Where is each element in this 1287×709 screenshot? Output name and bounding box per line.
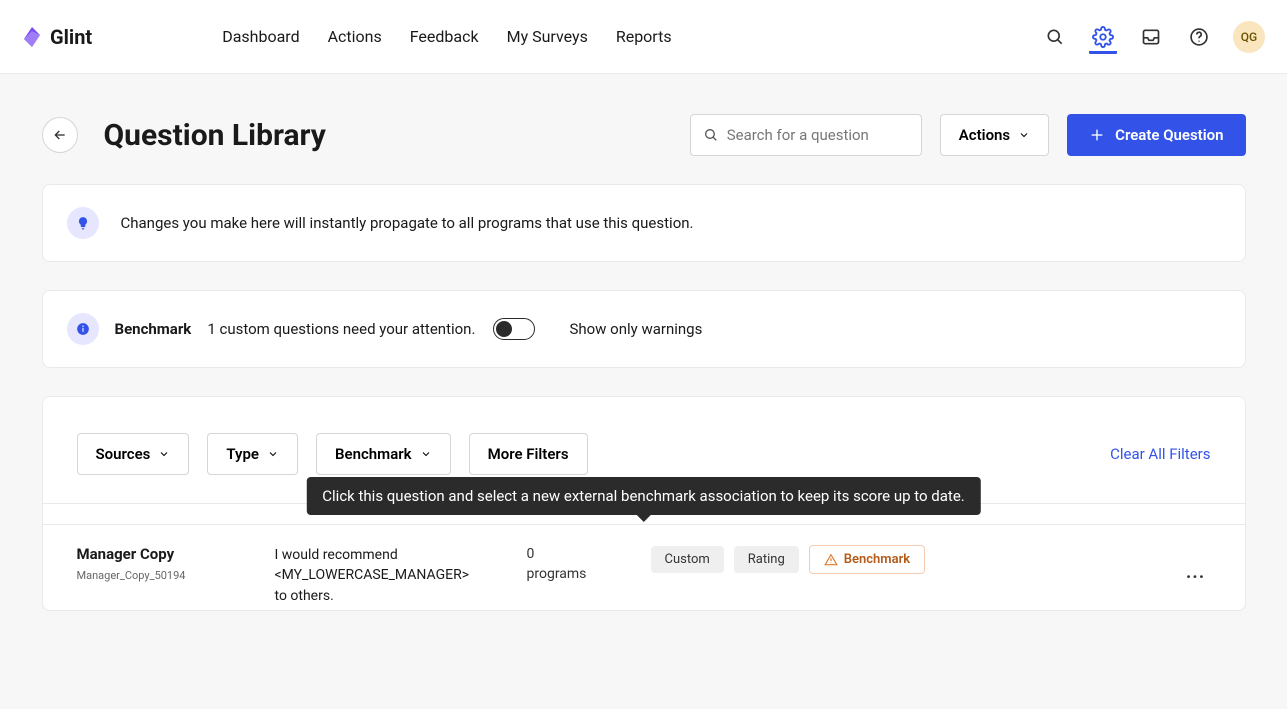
page-header: Question Library Actions Create Question (42, 74, 1246, 184)
settings-icon[interactable] (1089, 26, 1117, 54)
create-question-button[interactable]: Create Question (1067, 114, 1245, 156)
chevron-down-icon (1018, 129, 1030, 141)
question-search[interactable] (690, 114, 922, 156)
programs-label: programs (527, 566, 587, 582)
actions-button[interactable]: Actions (940, 114, 1049, 156)
benchmark-message: 1 custom questions need your attention. (207, 320, 475, 338)
tag-benchmark-warning: Benchmark (809, 545, 925, 574)
page-title: Question Library (104, 118, 326, 153)
glint-logo-icon (20, 25, 44, 49)
topbar-right: QG (1041, 21, 1265, 53)
filter-type[interactable]: Type (207, 433, 298, 475)
filter-sources[interactable]: Sources (77, 433, 190, 475)
filter-row: Sources Type Benchmark More Filters Clea… (77, 433, 1211, 475)
question-name: Manager Copy (77, 545, 247, 563)
filter-more[interactable]: More Filters (469, 433, 588, 475)
tag-benchmark-label: Benchmark (844, 552, 910, 567)
tag-custom: Custom (651, 546, 724, 573)
top-nav: Dashboard Actions Feedback My Surveys Re… (222, 27, 671, 46)
tag-rating: Rating (734, 546, 799, 573)
actions-button-label: Actions (959, 126, 1010, 144)
warning-triangle-icon (824, 553, 838, 567)
filter-benchmark[interactable]: Benchmark (316, 433, 451, 475)
chevron-down-icon (420, 448, 432, 460)
topbar: Glint Dashboard Actions Feedback My Surv… (0, 0, 1287, 74)
benchmark-tooltip: Click this question and select a new ext… (306, 477, 980, 515)
search-icon (703, 126, 719, 144)
filter-more-label: More Filters (488, 445, 569, 463)
question-programs: 0 programs (527, 545, 617, 584)
filter-sources-label: Sources (96, 445, 151, 463)
question-list-card: Sources Type Benchmark More Filters Clea… (42, 396, 1246, 611)
nav-feedback[interactable]: Feedback (410, 27, 479, 46)
nav-my-surveys[interactable]: My Surveys (507, 27, 588, 46)
filter-type-label: Type (226, 445, 259, 463)
chevron-down-icon (158, 448, 170, 460)
info-notice-text: Changes you make here will instantly pro… (121, 214, 694, 232)
row-overflow-menu[interactable]: ··· (1181, 567, 1211, 588)
filter-benchmark-label: Benchmark (335, 445, 412, 463)
nav-actions[interactable]: Actions (328, 27, 382, 46)
search-icon[interactable] (1041, 23, 1069, 51)
inbox-icon[interactable] (1137, 23, 1165, 51)
back-button[interactable] (42, 117, 78, 153)
nav-reports[interactable]: Reports (616, 27, 672, 46)
nav-dashboard[interactable]: Dashboard (222, 27, 299, 46)
question-text: I would recommend <MY_LOWERCASE_MANAGER>… (275, 545, 485, 606)
app-logo: Glint (10, 25, 102, 49)
benchmark-notice-card: Benchmark 1 custom questions need your a… (42, 290, 1246, 368)
benchmark-label: Benchmark (115, 320, 192, 338)
question-row[interactable]: Click this question and select a new ext… (43, 524, 1245, 610)
clear-all-filters[interactable]: Clear All Filters (1110, 445, 1210, 463)
plus-icon (1089, 127, 1105, 143)
chevron-down-icon (267, 448, 279, 460)
show-only-warnings-label: Show only warnings (569, 320, 702, 338)
show-warnings-toggle[interactable] (493, 318, 535, 340)
question-id: Manager_Copy_50194 (77, 569, 247, 582)
app-name: Glint (50, 25, 92, 49)
programs-count: 0 (527, 546, 535, 562)
question-search-input[interactable] (727, 126, 909, 144)
info-notice-card: Changes you make here will instantly pro… (42, 184, 1246, 262)
avatar[interactable]: QG (1233, 21, 1265, 53)
create-button-label: Create Question (1115, 126, 1223, 144)
help-icon[interactable] (1185, 23, 1213, 51)
info-circle-icon (67, 313, 99, 345)
lightbulb-icon (67, 207, 99, 239)
